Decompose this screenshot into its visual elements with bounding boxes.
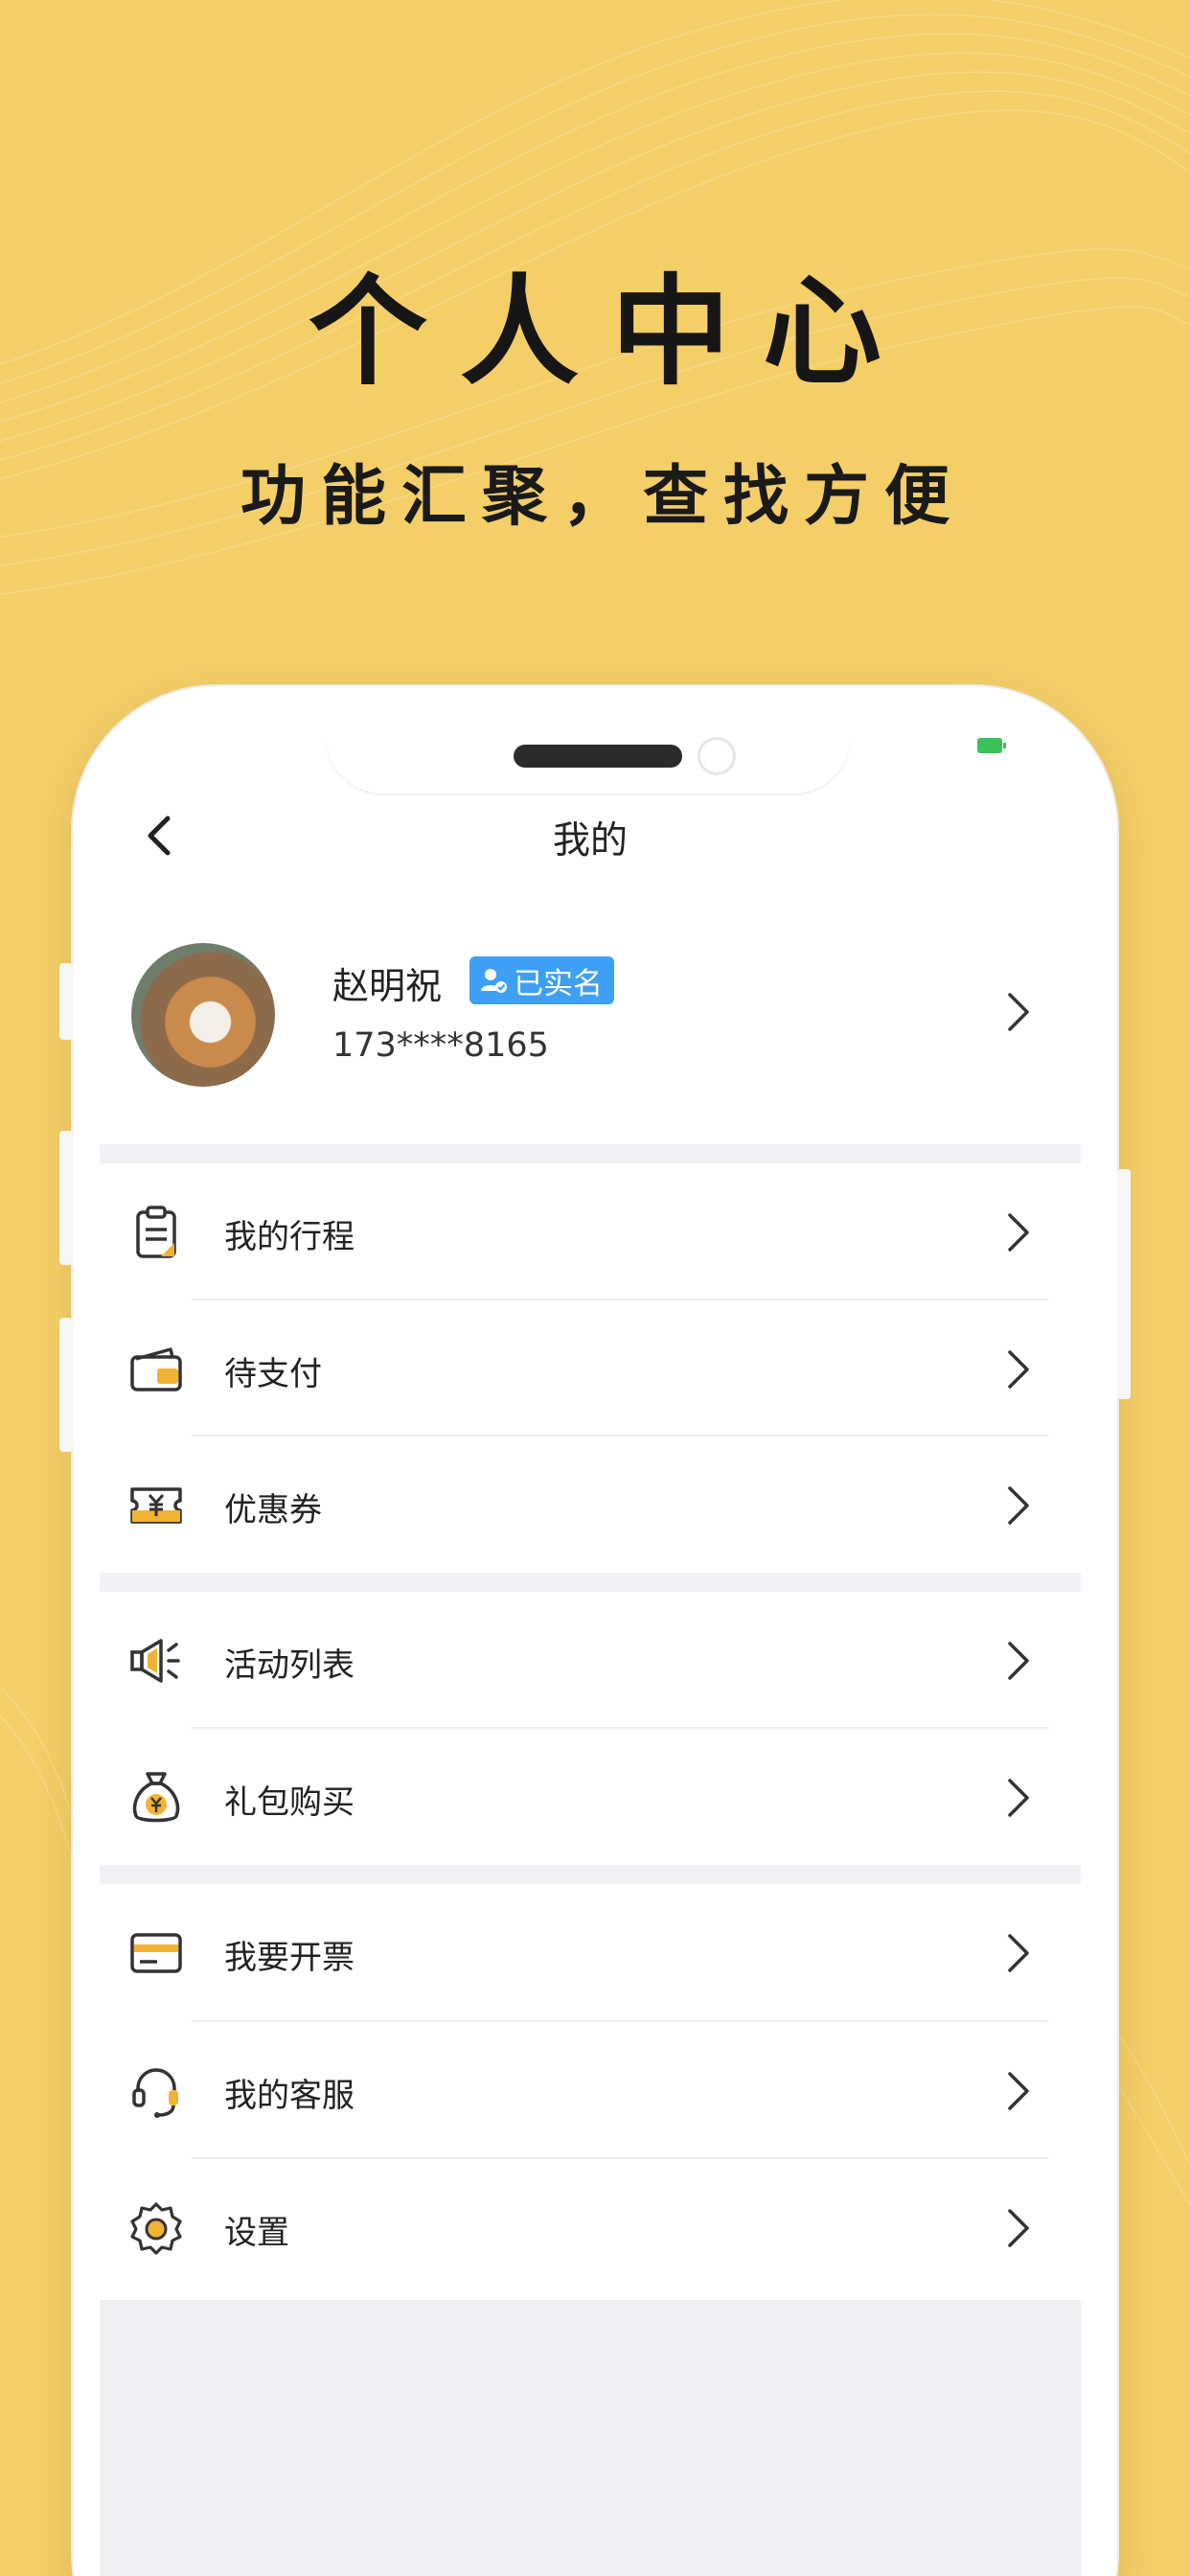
menu-label: 优惠券 [224,1491,322,1530]
verified-label: 已实名 [514,966,603,1001]
gear-icon [130,2202,182,2255]
section-divider [100,1144,1081,1163]
page-title: 我的 [552,819,628,862]
chevron-right-icon [1008,993,1029,1031]
card-icon [130,1933,182,1973]
promo-title: 个人中心 [308,263,914,402]
menu-item-settings[interactable]: 设置 [100,2159,1081,2295]
chevron-right-icon [1008,1642,1029,1680]
menu-label: 活动列表 [224,1646,355,1685]
menu-item-pending-payment[interactable]: 待支付 [100,1300,1081,1437]
avatar[interactable] [131,943,275,1087]
chevron-right-icon [1008,1779,1029,1817]
menu-item-invoice[interactable]: 我要开票 [100,1884,1081,2020]
menu-label: 设置 [224,2214,289,2252]
chevron-right-icon [1008,1213,1029,1252]
user-phone: 173****8165 [332,1026,549,1065]
chevron-right-icon [1008,1934,1029,1972]
menu-label: 礼包购买 [224,1783,355,1822]
empty-area [100,2300,1081,2576]
chevron-right-icon [1008,1486,1029,1525]
menu-label: 我的行程 [224,1218,355,1256]
megaphone-icon [130,1639,180,1683]
headset-icon [132,2068,178,2118]
phone-side-button [59,1318,73,1452]
front-camera [698,737,736,775]
menu-label: 待支付 [224,1355,322,1393]
menu-label: 我要开票 [224,1939,355,1977]
menu-item-coupons[interactable]: 优惠券 [100,1437,1081,1573]
user-name: 赵明祝 [332,965,443,1007]
phone-side-button [59,1131,73,1265]
verified-user-icon [481,969,507,993]
section-divider [100,1573,1081,1592]
section-divider [100,1865,1081,1884]
profile-card[interactable]: 赵明祝 已实名 173****8165 [100,901,1081,1142]
promo-subtitle: 功能汇聚，查找方便 [240,459,965,535]
money-bag-icon [132,1772,180,1823]
verified-badge: 已实名 [469,956,614,1004]
menu-label: 我的客服 [224,2077,355,2115]
menu-item-my-trips[interactable]: 我的行程 [100,1163,1081,1300]
menu-item-customer-service[interactable]: 我的客服 [100,2022,1081,2158]
chevron-right-icon [1008,2072,1029,2110]
wallet-icon [130,1347,182,1392]
menu-item-gift-pack[interactable]: 礼包购买 [100,1729,1081,1865]
clipboard-icon [136,1206,176,1258]
coupon-icon [130,1487,182,1524]
battery-icon [977,738,1006,753]
chevron-right-icon [1008,2209,1029,2247]
nav-bar: 我的 [100,786,1081,886]
speaker-grille [514,745,682,768]
menu-item-activity-list[interactable]: 活动列表 [100,1592,1081,1728]
phone-side-button [1117,1169,1131,1399]
chevron-right-icon [1008,1350,1029,1389]
phone-side-button [59,963,73,1040]
